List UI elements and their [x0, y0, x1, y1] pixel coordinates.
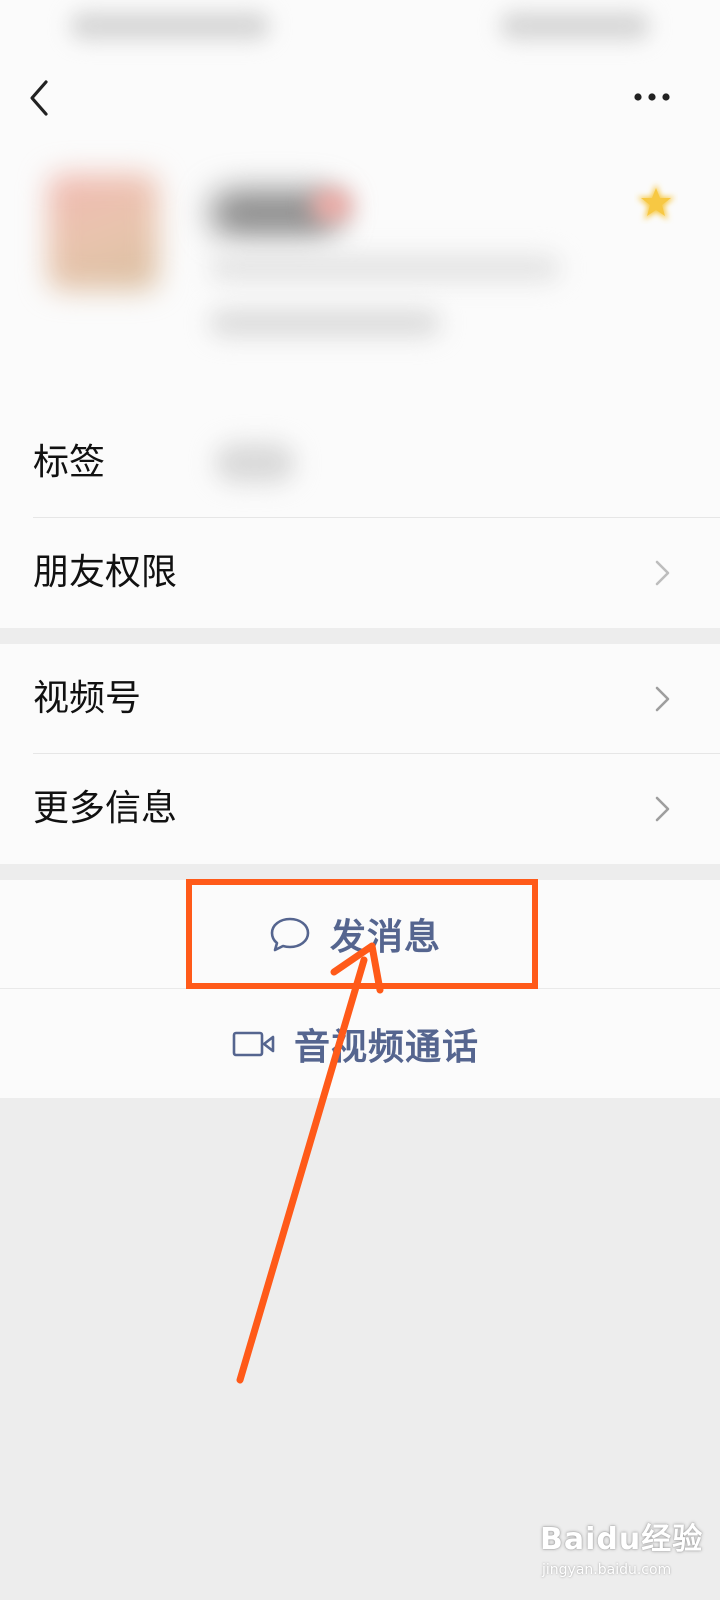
back-button[interactable] — [22, 76, 62, 120]
row-more-info[interactable]: 更多信息 — [0, 754, 720, 864]
row-tags[interactable]: 标签 — [0, 408, 720, 518]
avatar[interactable] — [48, 174, 158, 290]
video-call-button[interactable]: 音视频通话 — [0, 990, 720, 1098]
chevron-right-icon — [655, 686, 670, 712]
send-message-label: 发消息 — [330, 917, 442, 958]
row-channels[interactable]: 视频号 — [0, 644, 720, 754]
chevron-left-icon — [30, 80, 48, 116]
video-call-label: 音视频通话 — [294, 1027, 480, 1068]
more-dots-icon — [634, 93, 670, 101]
video-camera-icon — [232, 1031, 275, 1057]
actions-section: 发消息 音视频通话 — [0, 880, 720, 1098]
watermark-url: jingyan.baidu.com — [542, 1562, 672, 1578]
chevron-right-icon — [655, 796, 670, 822]
contact-name-badge-blurred — [312, 190, 352, 220]
row-friend-permissions-label: 朋友权限 — [33, 552, 178, 593]
star-icon — [637, 184, 675, 220]
row-tags-label: 标签 — [33, 442, 106, 483]
contact-region-blurred — [210, 310, 440, 336]
chevron-right-icon — [655, 560, 670, 586]
row-channels-label: 视频号 — [33, 678, 142, 719]
watermark-logo-text: Baidu经验 — [540, 1522, 704, 1557]
watermark: Baidu经验 jingyan.baidu.com — [540, 1510, 710, 1590]
send-message-button[interactable]: 发消息 — [0, 880, 720, 989]
status-bar-right-blur — [500, 12, 650, 40]
info-section: 视频号 更多信息 — [0, 644, 720, 864]
contact-detail-blurred — [210, 255, 560, 281]
status-bar — [0, 0, 720, 60]
star-button[interactable] — [634, 180, 678, 224]
status-bar-left-blur — [70, 12, 270, 40]
more-button[interactable] — [632, 84, 672, 110]
row-friend-permissions[interactable]: 朋友权限 — [0, 518, 720, 628]
tag-value-blurred — [215, 443, 295, 483]
row-more-info-label: 更多信息 — [33, 788, 178, 829]
divider — [0, 988, 720, 989]
profile-card — [0, 150, 720, 380]
chat-bubble-icon — [270, 917, 310, 952]
